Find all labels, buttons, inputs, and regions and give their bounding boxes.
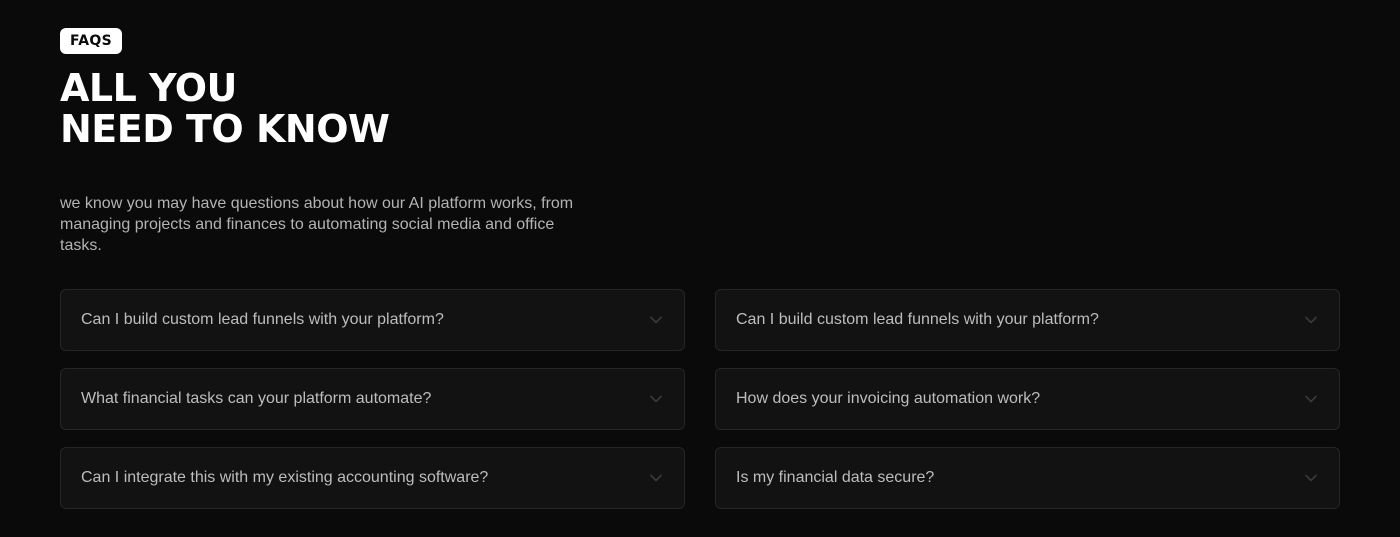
section-headline: ALL YOU NEED TO KNOW — [60, 68, 1340, 150]
chevron-down-icon — [648, 470, 664, 486]
faqs-badge: FAQS — [60, 28, 122, 54]
faq-item-3[interactable]: What financial tasks can your platform a… — [60, 368, 685, 430]
faq-item-1[interactable]: Can I build custom lead funnels with you… — [60, 289, 685, 351]
headline-line-2: NEED TO KNOW — [60, 107, 390, 151]
headline-line-1: ALL YOU — [60, 66, 237, 110]
faq-section: FAQS ALL YOU NEED TO KNOW we know you ma… — [60, 28, 1340, 509]
faq-question: Is my financial data secure? — [736, 469, 935, 486]
faq-question: What financial tasks can your platform a… — [81, 390, 432, 407]
faq-question: Can I integrate this with my existing ac… — [81, 469, 489, 486]
chevron-down-icon — [1303, 312, 1319, 328]
chevron-down-icon — [1303, 470, 1319, 486]
faq-question: Can I build custom lead funnels with you… — [81, 311, 444, 328]
chevron-down-icon — [648, 391, 664, 407]
faq-question: Can I build custom lead funnels with you… — [736, 311, 1099, 328]
chevron-down-icon — [648, 312, 664, 328]
faq-question: How does your invoicing automation work? — [736, 390, 1041, 407]
chevron-down-icon — [1303, 391, 1319, 407]
faq-item-4[interactable]: How does your invoicing automation work? — [715, 368, 1340, 430]
faq-item-5[interactable]: Can I integrate this with my existing ac… — [60, 447, 685, 509]
faq-list: Can I build custom lead funnels with you… — [60, 289, 1340, 509]
faq-item-6[interactable]: Is my financial data secure? — [715, 447, 1340, 509]
faq-item-2[interactable]: Can I build custom lead funnels with you… — [715, 289, 1340, 351]
intro-text: we know you may have questions about how… — [60, 195, 574, 254]
